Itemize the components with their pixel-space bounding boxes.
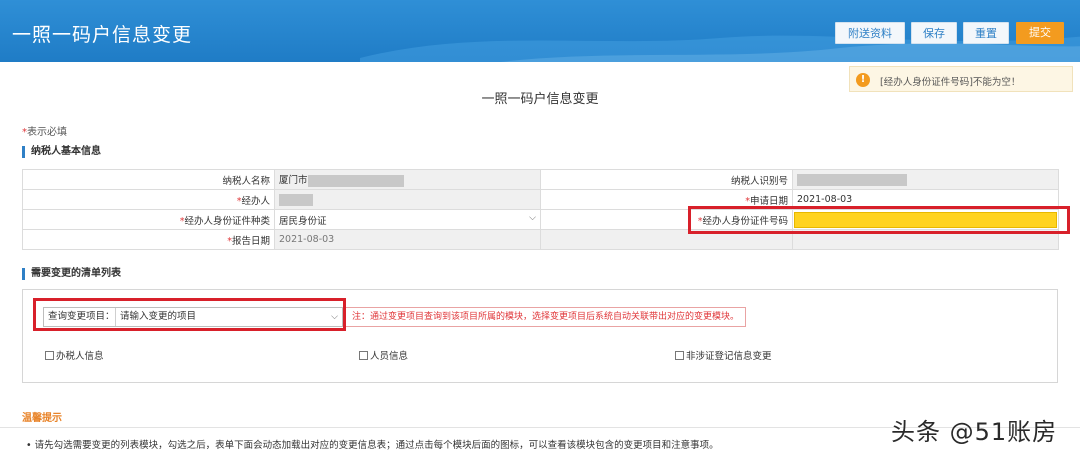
report-date-value: 2021-08-03 bbox=[274, 229, 541, 250]
id-type-select[interactable]: 居民身份证 ⌵ bbox=[274, 209, 541, 230]
page-title: 一照一码户信息变更 bbox=[481, 92, 599, 107]
id-type-label: *经办人身份证件种类 bbox=[22, 209, 275, 230]
query-note: 注：通过变更项目查询到该项目所属的模块，选择变更项目后系统自动关联带出对应的变更… bbox=[345, 307, 747, 327]
agent-field[interactable] bbox=[274, 189, 541, 210]
checkbox-non-cert-registration[interactable]: 非涉证登记信息变更 bbox=[675, 348, 772, 362]
attach-materials-button[interactable]: 附送资料 bbox=[835, 22, 905, 44]
taxpayer-name-label: 纳税人名称 bbox=[22, 169, 275, 190]
taxpayer-name-field: 厦门市 bbox=[274, 169, 541, 190]
redacted-block bbox=[307, 174, 404, 187]
checkbox-icon[interactable] bbox=[675, 351, 684, 360]
required-note-text: 表示必填 bbox=[27, 127, 67, 138]
taxpayer-id-label: 纳税人识别号 bbox=[540, 169, 793, 190]
table-row: 纳税人名称 厦门市 纳税人识别号 bbox=[22, 169, 1059, 190]
alert-text: [经办人身份证件号码]不能为空！ bbox=[880, 77, 1021, 88]
tips-text: • 请先勾选需要变更的列表模块，勾选之后，表单下面会动态加载出对应的变更信息表；… bbox=[26, 440, 719, 451]
agent-label: *经办人 bbox=[22, 189, 275, 210]
checkbox-icon[interactable] bbox=[359, 351, 368, 360]
header-bar: 一照一码户信息变更 附送资料 保存 重置 提交 bbox=[0, 0, 1080, 62]
chevron-down-icon: ⌵ bbox=[529, 212, 536, 223]
tips-title: 温馨提示 bbox=[22, 413, 62, 424]
checkbox-tax-officer[interactable]: 办税人信息 bbox=[45, 348, 104, 362]
reset-button[interactable]: 重置 bbox=[963, 22, 1009, 44]
report-date-label: *报告日期 bbox=[22, 229, 275, 250]
query-highlight-box bbox=[33, 298, 346, 331]
save-button[interactable]: 保存 bbox=[911, 22, 957, 44]
checkbox-icon[interactable] bbox=[45, 351, 54, 360]
required-note: *表示必填 bbox=[22, 123, 67, 138]
taxpayer-id-field bbox=[792, 169, 1059, 190]
checkbox-personnel[interactable]: 人员信息 bbox=[359, 348, 408, 362]
redacted-block bbox=[279, 193, 313, 206]
section-title-list: 需要变更的清单列表 bbox=[22, 268, 121, 280]
warning-icon: ! bbox=[856, 73, 870, 87]
taxpayer-name-value: 厦门市 bbox=[279, 175, 308, 187]
section-title-basic: 纳税人基本信息 bbox=[22, 146, 101, 158]
id-type-value: 居民身份证 bbox=[279, 215, 327, 227]
header-title: 一照一码户信息变更 bbox=[12, 24, 193, 46]
id-number-highlight-box bbox=[688, 206, 1070, 234]
watermark: 头条 @51账房 bbox=[891, 418, 1058, 446]
redacted-block bbox=[797, 173, 907, 186]
submit-button[interactable]: 提交 bbox=[1016, 22, 1064, 44]
